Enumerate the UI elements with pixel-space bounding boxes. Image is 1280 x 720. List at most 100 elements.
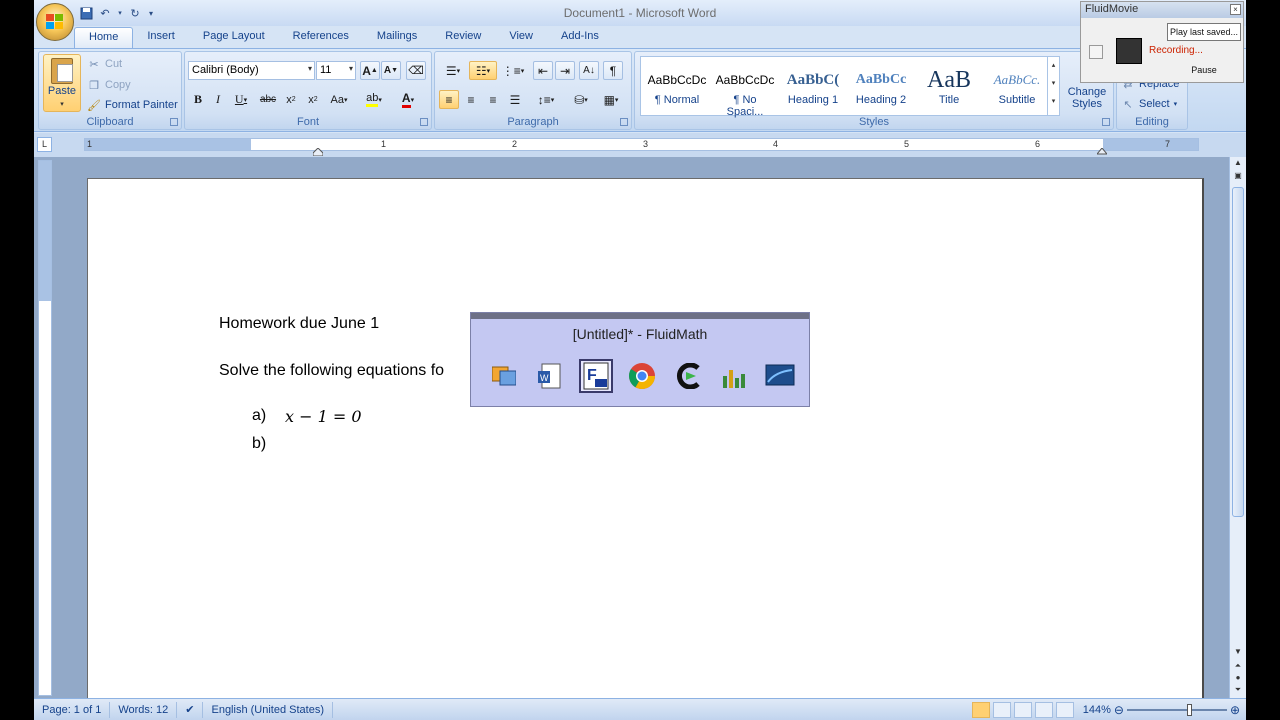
italic-button[interactable]: I [209, 90, 227, 109]
left-indent-marker-icon[interactable] [312, 147, 324, 157]
sort-button[interactable]: A↓ [579, 61, 599, 80]
word-document-icon[interactable]: W [533, 359, 567, 393]
show-hide-button[interactable]: ¶ [603, 61, 623, 80]
select-button[interactable]: ↖ Select ▾ [1121, 98, 1177, 111]
minimize-toggle-button[interactable] [1089, 45, 1103, 59]
zoom-in-icon[interactable]: ⊕ [1230, 703, 1240, 717]
page-count[interactable]: Page: 1 of 1 [34, 701, 111, 718]
ruler-toggle-icon[interactable]: ▣ [1232, 171, 1244, 183]
font-color-button[interactable]: A ▾ [393, 90, 423, 109]
paragraph-launcher-icon[interactable] [620, 118, 628, 126]
scroll-up-icon[interactable]: ▲ [1232, 158, 1244, 170]
proofing-icon[interactable]: ✔ [177, 701, 204, 718]
save-icon[interactable] [78, 5, 94, 21]
superscript-button[interactable]: x2 [303, 90, 323, 109]
strikethrough-button[interactable]: abc [257, 90, 279, 109]
justify-button[interactable]: ☰ [505, 90, 525, 109]
doc-line-solve[interactable]: Solve the following equations fo [219, 362, 444, 380]
tab-insert[interactable]: Insert [133, 27, 189, 49]
undo-icon[interactable]: ↶ [97, 5, 113, 21]
align-center-button[interactable]: ≡ [461, 90, 481, 109]
clipboard-launcher-icon[interactable] [170, 118, 178, 126]
shrink-font-button[interactable]: A ▼ [381, 61, 401, 80]
desktop-icon[interactable] [763, 359, 797, 393]
tab-page-layout[interactable]: Page Layout [189, 27, 279, 49]
chart-app-icon[interactable] [717, 359, 751, 393]
redo-icon[interactable]: ↻ [127, 5, 143, 21]
zoom-slider[interactable] [1126, 704, 1227, 716]
fluidmath-popup[interactable]: [Untitled]* - FluidMath W F [470, 312, 810, 407]
bold-button[interactable]: B [189, 90, 207, 109]
close-icon[interactable]: × [1230, 4, 1241, 15]
subscript-button[interactable]: x2 [281, 90, 301, 109]
language-indicator[interactable]: English (United States) [203, 701, 333, 718]
format-painter-button[interactable]: 🖌 Format Painter [87, 99, 178, 112]
paste-button[interactable]: Paste ▾ [43, 54, 81, 112]
line-spacing-button[interactable]: ↕≡ ▾ [531, 90, 561, 109]
tab-mailings[interactable]: Mailings [363, 27, 431, 49]
pause-button[interactable]: Pause [1167, 62, 1241, 78]
draft-view-button[interactable] [1055, 702, 1074, 718]
qat-customize-icon[interactable]: ▾ [146, 5, 156, 21]
office-button[interactable] [36, 3, 74, 41]
styles-launcher-icon[interactable] [1102, 118, 1110, 126]
font-name-combo[interactable]: Calibri (Body) ▾ [188, 61, 315, 80]
zoom-out-icon[interactable]: ⊖ [1114, 703, 1124, 717]
clear-formatting-button[interactable]: ⌫ [406, 61, 426, 80]
outline-view-button[interactable] [1034, 702, 1053, 718]
font-launcher-icon[interactable] [420, 118, 428, 126]
increase-indent-button[interactable]: ⇥ [555, 61, 575, 80]
decrease-indent-button[interactable]: ⇤ [533, 61, 553, 80]
numbering-button[interactable]: ☷ ▾ [469, 61, 497, 80]
align-left-button[interactable]: ≡ [439, 90, 459, 109]
print-layout-view-button[interactable] [971, 702, 990, 718]
full-screen-reading-view-button[interactable] [992, 702, 1011, 718]
word-count[interactable]: Words: 12 [110, 701, 178, 718]
styles-scroll[interactable]: ▴ ▾ ▾ [1047, 57, 1059, 115]
equation-a[interactable]: x − 1 = 0 [285, 407, 362, 426]
align-right-button[interactable]: ≡ [483, 90, 503, 109]
undo-dropdown-icon[interactable]: ▾ [116, 5, 124, 21]
tab-review[interactable]: Review [431, 27, 495, 49]
horizontal-ruler[interactable]: 1 1 2 3 4 5 6 7 [84, 138, 1199, 157]
highlight-button[interactable]: ab ▾ [359, 90, 389, 109]
style-no-spacing[interactable]: AaBbCcDc ¶ No Spaci... [713, 65, 777, 118]
scrollbar-thumb[interactable] [1232, 187, 1244, 517]
tab-references[interactable]: References [279, 27, 363, 49]
stop-recording-button[interactable] [1116, 38, 1142, 64]
font-size-combo[interactable]: 11 ▾ [316, 61, 356, 80]
tab-home[interactable]: Home [74, 27, 134, 49]
bullets-button[interactable]: ☰ ▾ [439, 61, 467, 80]
previous-page-icon[interactable]: ⏶ [1232, 661, 1244, 673]
tab-add-ins[interactable]: Add-Ins [547, 27, 613, 49]
change-case-button[interactable]: Aa ▾ [325, 90, 353, 109]
copy-button[interactable]: ❐ Copy [87, 79, 131, 92]
chrome-browser-icon[interactable] [625, 359, 659, 393]
window-thumbnail-icon[interactable] [487, 359, 521, 393]
web-layout-view-button[interactable] [1013, 702, 1032, 718]
zoom-slider-thumb[interactable] [1186, 704, 1192, 716]
scroll-down-icon[interactable]: ▼ [1232, 647, 1244, 659]
zoom-level[interactable]: 144% [1083, 704, 1111, 716]
multilevel-list-button[interactable]: ⋮≡ ▾ [499, 61, 527, 80]
doc-line-homework[interactable]: Homework due June 1 [219, 315, 379, 333]
cut-button[interactable]: ✂ Cut [87, 58, 122, 71]
play-last-saved-button[interactable]: Play last saved... [1167, 23, 1241, 41]
next-page-icon[interactable]: ⏷ [1232, 685, 1244, 697]
style-subtitle[interactable]: AaBbCc. Subtitle [985, 65, 1049, 115]
tab-selector-icon[interactable]: L [37, 137, 52, 152]
vertical-scrollbar[interactable]: ▲ ▣ ▼ ⏶ ● ⏷ [1229, 157, 1246, 698]
style-normal[interactable]: AaBbCcDc ¶ Normal [645, 65, 709, 115]
grow-font-button[interactable]: A ▲ [360, 61, 380, 80]
vertical-ruler[interactable] [38, 160, 52, 696]
right-indent-marker-icon[interactable] [1095, 147, 1109, 155]
shading-button[interactable]: ⛁ ▾ [567, 90, 595, 109]
underline-button[interactable]: U ▾ [229, 90, 253, 109]
borders-button[interactable]: ▦ ▾ [597, 90, 625, 109]
style-title[interactable]: AaB Title [917, 65, 981, 115]
browse-object-icon[interactable]: ● [1232, 673, 1244, 685]
style-heading-1[interactable]: AaBbC( Heading 1 [781, 65, 845, 115]
style-heading-2[interactable]: AaBbCc Heading 2 [849, 65, 913, 115]
fluidmath-app-icon[interactable]: F [579, 359, 613, 393]
camtasia-icon[interactable] [671, 359, 705, 393]
